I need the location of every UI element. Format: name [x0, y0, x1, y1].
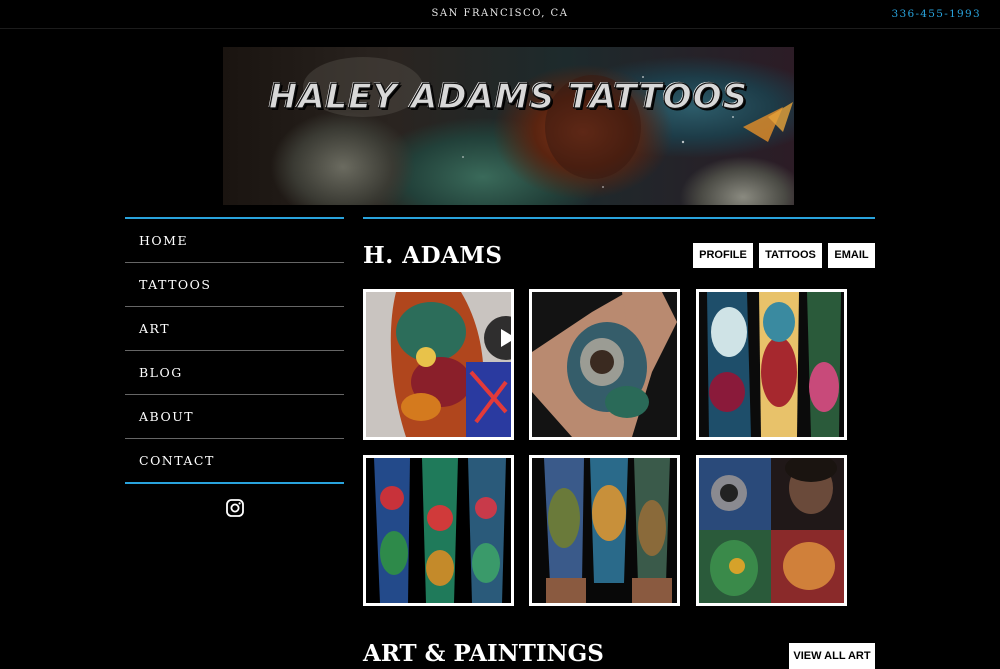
tattoos-button[interactable]: TATTOOS [759, 243, 822, 268]
gallery-thumb-3[interactable] [696, 289, 847, 440]
thumb-image [532, 458, 677, 603]
nav-item-about[interactable]: ABOUT [125, 395, 344, 439]
nav-item-art[interactable]: ART [125, 307, 344, 351]
gallery-thumb-6[interactable] [696, 455, 847, 606]
nav-item-tattoos[interactable]: TATTOOS [125, 263, 344, 307]
banner-artwork [303, 57, 793, 188]
profile-button[interactable]: PROFILE [693, 243, 753, 268]
email-button[interactable]: EMAIL [828, 243, 875, 268]
banner-title: HALEY ADAMS TATTOOS [268, 76, 749, 117]
top-bar: SAN FRANCISCO, CA 336-455-1993 [0, 0, 1000, 29]
thumb-image [366, 292, 511, 437]
nav-item-contact[interactable]: CONTACT [125, 439, 344, 482]
nav-item-home[interactable]: HOME [125, 219, 344, 263]
thumb-image [366, 458, 511, 603]
section-divider [363, 217, 875, 219]
view-all-art-button[interactable]: VIEW ALL ART [789, 643, 875, 669]
thumb-image [532, 292, 677, 437]
location-text: SAN FRANCISCO, CA [431, 8, 569, 19]
gallery-thumb-1[interactable] [363, 289, 514, 440]
thumb-image [699, 458, 844, 603]
thumb-image [699, 292, 844, 437]
phone-link[interactable]: 336-455-1993 [892, 8, 982, 20]
main-nav: HOME TATTOOS ART BLOG ABOUT CONTACT [125, 217, 344, 484]
instagram-icon[interactable] [226, 499, 244, 517]
art-section-title: ART & PAINTINGS [363, 640, 604, 667]
gallery-thumb-2[interactable] [529, 289, 680, 440]
nav-item-blog[interactable]: BLOG [125, 351, 344, 395]
gallery-thumb-4[interactable] [363, 455, 514, 606]
artist-name: H. ADAMS [363, 242, 503, 269]
site-banner[interactable]: HALEY ADAMS TATTOOS [223, 47, 794, 205]
gallery-thumb-5[interactable] [529, 455, 680, 606]
